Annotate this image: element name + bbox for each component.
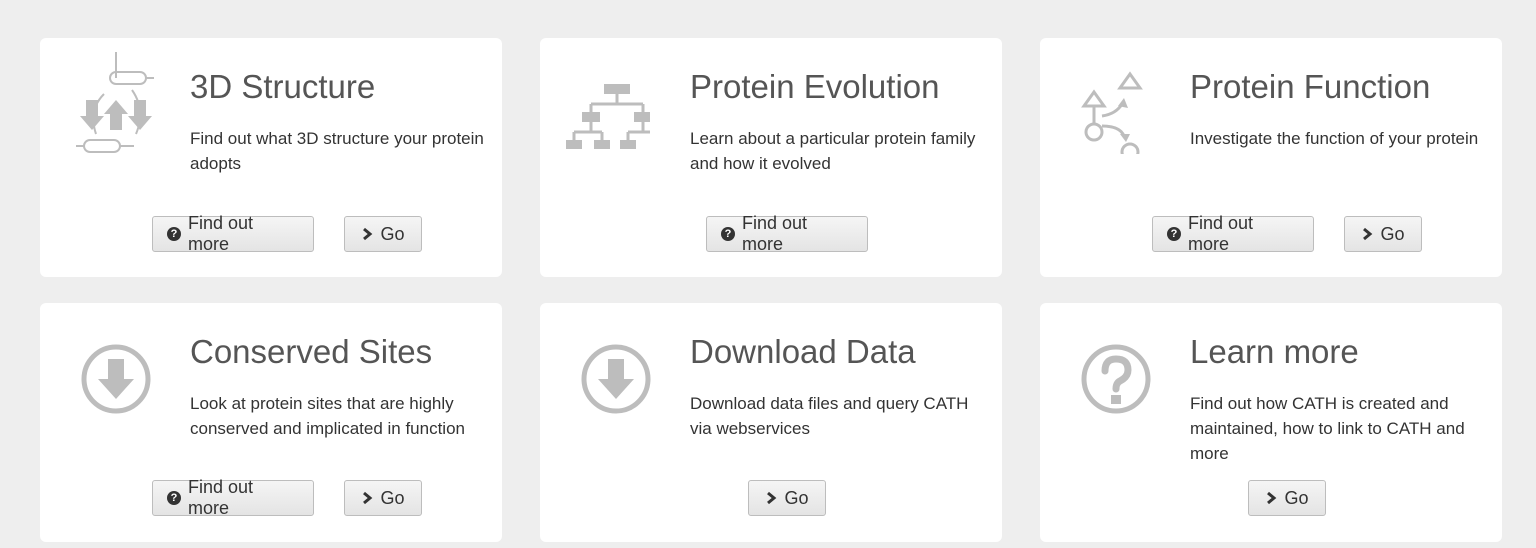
card-learn-more: Learn more Find out how CATH is created … <box>1040 303 1502 542</box>
function-icon <box>1080 50 1164 154</box>
chevron-right-icon <box>765 491 777 505</box>
card-download-data: Download Data Download data files and qu… <box>540 303 1002 542</box>
button-label: Find out more <box>742 213 808 254</box>
card-description: Find out what 3D structure your protein … <box>190 129 484 173</box>
go-button[interactable]: Go <box>344 216 422 252</box>
tree-icon <box>566 50 650 154</box>
button-label: Go <box>380 487 405 508</box>
find-out-more-button[interactable]: ? Find out more <box>1152 213 1314 254</box>
card-description: Find out how CATH is created and maintai… <box>1190 394 1465 463</box>
card-title: Learn more <box>1190 333 1359 370</box>
download-circle-icon <box>80 343 152 415</box>
card-3d-structure: 3D Structure Find out what 3D structure … <box>40 38 502 277</box>
button-label: Find out more <box>1188 213 1254 254</box>
question-icon: ? <box>721 227 735 241</box>
button-label: Go <box>784 487 809 508</box>
chevron-right-icon <box>1265 491 1277 505</box>
go-button[interactable]: Go <box>1248 480 1326 516</box>
card-title: Download Data <box>690 333 916 370</box>
find-out-more-button[interactable]: ? Find out more <box>152 477 314 518</box>
card-description: Investigate the function of your protein <box>1190 129 1479 148</box>
button-label: Go <box>1284 487 1309 508</box>
structure-icon <box>74 50 158 154</box>
find-out-more-button[interactable]: ? Find out more <box>152 213 314 254</box>
button-label: Go <box>1380 223 1405 244</box>
card-conserved-sites: Conserved Sites Look at protein sites th… <box>40 303 502 542</box>
card-title: 3D Structure <box>190 68 376 105</box>
card-description: Look at protein sites that are highly co… <box>190 394 465 438</box>
button-label: Go <box>380 223 405 244</box>
card-protein-function: Protein Function Investigate the functio… <box>1040 38 1502 277</box>
card-title: Protein Evolution <box>690 68 940 105</box>
go-button[interactable]: Go <box>344 480 422 516</box>
card-title: Protein Function <box>1190 68 1431 105</box>
card-protein-evolution: Protein Evolution Learn about a particul… <box>540 38 1002 277</box>
chevron-right-icon <box>361 227 373 241</box>
card-description: Learn about a particular protein family … <box>690 129 976 173</box>
chevron-right-icon <box>361 491 373 505</box>
question-icon: ? <box>167 227 181 241</box>
button-label: Find out more <box>188 477 254 518</box>
question-icon: ? <box>167 491 181 505</box>
card-title: Conserved Sites <box>190 333 433 370</box>
find-out-more-button[interactable]: ? Find out more <box>706 213 868 254</box>
download-circle-icon <box>580 343 652 415</box>
go-button[interactable]: Go <box>748 480 826 516</box>
card-description: Download data files and query CATH via w… <box>690 394 969 438</box>
question-icon: ? <box>1167 227 1181 241</box>
button-label: Find out more <box>188 213 254 254</box>
question-circle-icon <box>1080 343 1152 415</box>
chevron-right-icon <box>1361 227 1373 241</box>
go-button[interactable]: Go <box>1344 216 1422 252</box>
